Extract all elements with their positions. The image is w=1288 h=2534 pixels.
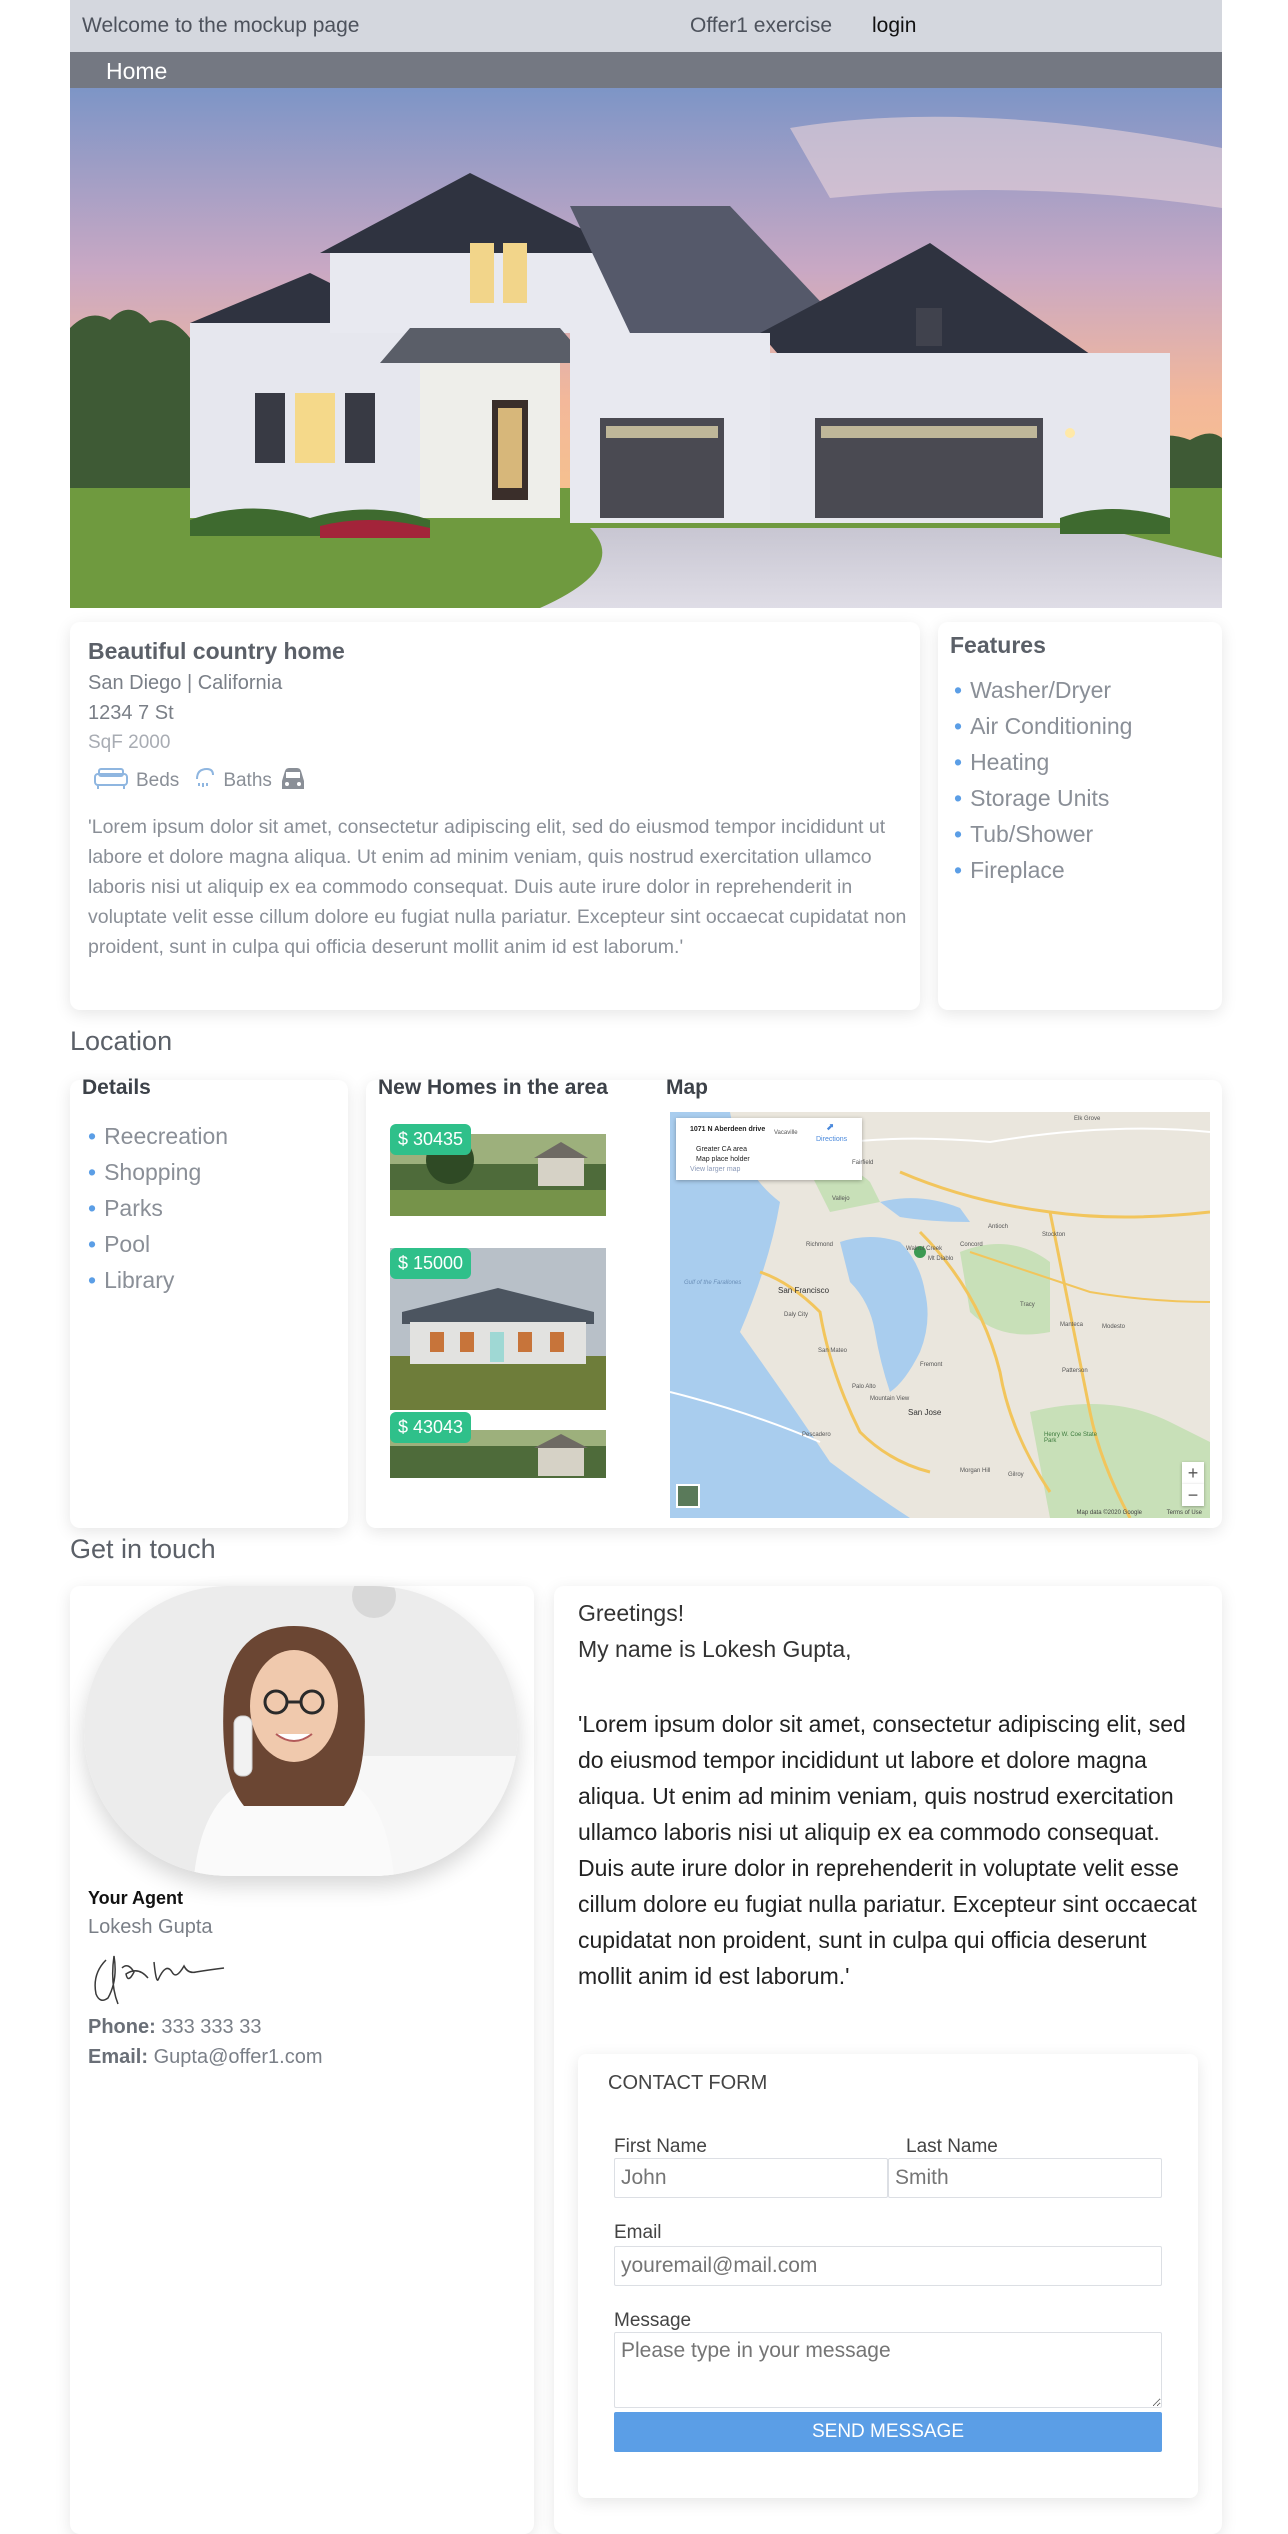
home-listing-3[interactable]: $ 43043 [390,1412,606,1478]
feature-item: • Fireplace [954,857,1065,883]
agent-photo [84,1586,518,1876]
amenities-row: Beds Baths [92,764,308,798]
agent-signature [88,1944,238,2015]
price-badge: $ 30435 [390,1124,472,1155]
view-larger-map-link[interactable]: View larger map [690,1166,740,1173]
welcome-text: Welcome to the mockup page [82,14,360,37]
login-link[interactable]: login [872,14,916,38]
car-icon [278,763,308,799]
first-name-input[interactable] [614,2158,888,2198]
new-homes-title: New Homes in the area [378,1076,608,1099]
message-textarea[interactable] [614,2332,1162,2408]
map-terms-link[interactable]: Terms of Use [1167,1510,1202,1516]
property-title: Beautiful country home [88,638,345,664]
feature-item: • Tub/Shower [954,821,1094,847]
last-name-input[interactable] [888,2158,1162,2198]
new-homes-card: New Homes in the area Map $ 30435 $ 1500… [366,1076,1222,1528]
property-city-state: San Diego | California [88,672,283,694]
home-listing-2[interactable]: $ 15000 [390,1248,606,1410]
last-name-label: Last Name [906,2136,998,2157]
shower-icon [193,765,217,797]
get-in-touch-heading: Get in touch [70,1534,216,1564]
agent-email: Email: Gupta@offer1.com [88,2046,323,2068]
hero-image: circle cx="710" cy="345" r="5" fill="#ff… [70,88,1222,608]
feature-item: • Storage Units [954,785,1110,811]
feature-item: • Air Conditioning [954,713,1133,739]
map-title: Map [666,1076,708,1099]
greeting-text: Greetings! [578,1600,685,1626]
detail-item: • Shopping [88,1159,202,1185]
location-heading: Location [70,1026,173,1056]
features-title: Features [950,632,1046,658]
property-street: 1234 7 St [88,702,174,724]
details-title: Details [82,1076,151,1099]
nav-bar: Home [70,52,1222,88]
directions-icon[interactable]: ⬈ [826,1122,834,1133]
map-layer-toggle[interactable] [676,1484,700,1508]
property-card: Beautiful country home San Diego | Calif… [70,622,920,1010]
beds-label: Beds [136,770,180,791]
contact-form: CONTACT FORM First Name Last Name Email … [578,2054,1198,2498]
intro-text: My name is Lokesh Gupta, [578,1636,852,1662]
home-listing-1[interactable]: $ 30435 [390,1124,606,1216]
email-input[interactable] [614,2246,1162,2286]
zoom-out-icon[interactable]: − [1182,1484,1204,1506]
details-card: Details • Reecreation • Shopping • Parks • P… [70,1076,348,1528]
sofa-icon [92,765,130,797]
zoom-in-icon[interactable]: + [1182,1462,1204,1484]
features-card: Features • Washer/Dryer • Air Conditioning… [938,622,1222,1010]
features-list: • Washer/Dryer • Air Conditioning • Heating… [954,672,1132,888]
offer-exercise-link[interactable]: Offer1 exercise [690,14,832,38]
agent-role: Your Agent [88,1888,183,1908]
directions-link[interactable]: Directions [816,1136,847,1143]
send-message-button[interactable]: SEND MESSAGE [614,2412,1162,2452]
message-card: Greetings! My name is Lokesh Gupta, 'Lor… [554,1586,1222,2534]
top-bar: Welcome to the mockup page Offer1 exerci… [70,0,1222,52]
message-label: Message [614,2310,692,2331]
email-label: Email [614,2222,662,2243]
agent-phone: Phone: 333 333 33 [88,2016,262,2038]
agent-card: Your Agent Lokesh Gupta Phone: 333 333 3… [70,1586,534,2534]
baths-label: Baths [223,770,272,791]
property-sqf: SqF 2000 [88,732,171,753]
property-description: 'Lorem ipsum dolor sit amet, consectetur… [88,816,907,958]
feature-item: • Washer/Dryer [954,677,1112,703]
price-badge: $ 43043 [390,1412,472,1443]
message-body: 'Lorem ipsum dolor sit amet, consectetur… [578,1711,1197,1989]
contact-form-title: CONTACT FORM [608,2072,768,2094]
feature-item: • Heating [954,749,1050,775]
detail-item: • Parks [88,1195,163,1221]
detail-item: • Reecreation [88,1123,229,1149]
detail-item: • Library [88,1267,175,1293]
details-list: • Reecreation • Shopping • Parks • Pool • Lib… [88,1118,228,1298]
price-badge: $ 15000 [390,1248,472,1279]
detail-item: • Pool [88,1231,151,1257]
agent-name: Lokesh Gupta [88,1916,213,1938]
map-info-box: 1071 N Aberdeen drive Greater CA area Ma… [676,1118,862,1180]
map-embed[interactable]: 1071 N Aberdeen drive Greater CA area Ma… [670,1112,1210,1518]
first-name-label: First Name [614,2136,707,2157]
nav-home-link[interactable]: Home [106,58,167,85]
